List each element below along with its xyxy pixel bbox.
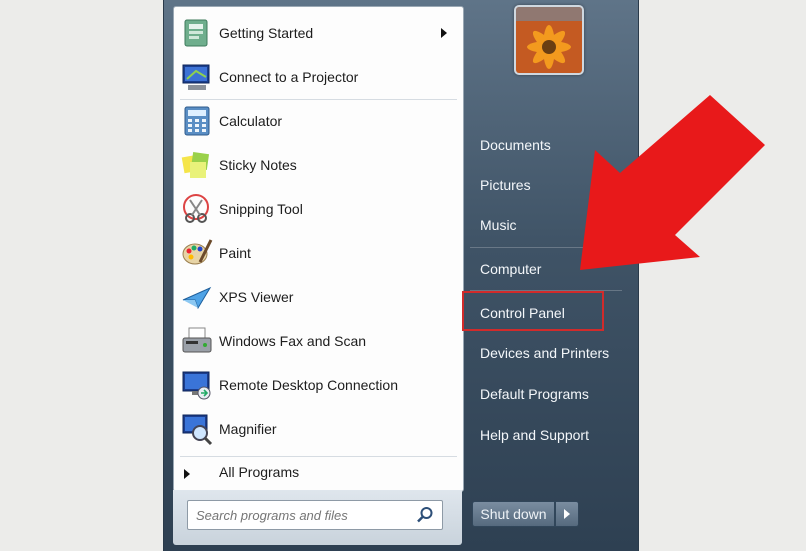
- program-label: Snipping Tool: [219, 201, 303, 217]
- programs-panel: Getting Started Connect to a Projector C…: [173, 6, 464, 492]
- program-fax-scan[interactable]: Windows Fax and Scan: [174, 319, 463, 363]
- control-panel-highlight: [462, 291, 604, 331]
- program-label: Sticky Notes: [219, 157, 297, 173]
- program-connect-projector[interactable]: Connect to a Projector: [174, 55, 463, 99]
- projector-icon: [182, 64, 210, 90]
- program-label: Calculator: [219, 113, 283, 129]
- red-arrow-annotation: [580, 95, 765, 270]
- program-paint[interactable]: Paint: [174, 231, 463, 275]
- getting-started-icon: [184, 19, 208, 47]
- program-label: Getting Started: [219, 25, 314, 41]
- snipping-tool-icon: [183, 194, 209, 223]
- shutdown-options-button[interactable]: [555, 501, 579, 527]
- search-box[interactable]: [187, 500, 443, 530]
- magnifier-icon: [182, 414, 213, 446]
- search-icon[interactable]: [416, 506, 434, 524]
- search-area: [173, 490, 462, 545]
- program-label: Magnifier: [219, 421, 277, 437]
- program-label: Paint: [219, 245, 251, 261]
- program-magnifier[interactable]: Magnifier: [174, 407, 463, 451]
- remote-desktop-icon: [182, 371, 211, 400]
- program-label: Windows Fax and Scan: [219, 333, 367, 349]
- chevron-right-icon: [564, 509, 570, 519]
- program-calculator[interactable]: Calculator: [174, 99, 463, 143]
- right-item-devices-printers[interactable]: Devices and Printers: [471, 338, 630, 368]
- program-remote-desktop[interactable]: Remote Desktop Connection: [174, 363, 463, 407]
- program-sticky-notes[interactable]: Sticky Notes: [174, 143, 463, 187]
- shutdown-button[interactable]: Shut down: [472, 501, 555, 527]
- fax-scan-icon: [182, 327, 212, 353]
- paint-icon: [182, 239, 213, 265]
- program-snipping-tool[interactable]: Snipping Tool: [174, 187, 463, 231]
- right-item-default-programs[interactable]: Default Programs: [471, 379, 630, 409]
- program-xps-viewer[interactable]: XPS Viewer: [174, 275, 463, 319]
- program-label: Remote Desktop Connection: [219, 377, 398, 393]
- program-getting-started[interactable]: Getting Started: [174, 11, 463, 55]
- xps-viewer-icon: [182, 286, 212, 310]
- all-programs-label: All Programs: [219, 464, 300, 480]
- sticky-notes-icon: [181, 151, 210, 178]
- search-input[interactable]: [194, 505, 413, 525]
- program-label: XPS Viewer: [219, 289, 294, 305]
- submenu-arrow-icon[interactable]: [441, 28, 447, 38]
- expand-arrow-icon: [184, 469, 190, 479]
- separator: [180, 456, 457, 457]
- all-programs-button[interactable]: All Programs: [174, 459, 463, 489]
- right-item-help-support[interactable]: Help and Support: [471, 420, 630, 450]
- program-label: Connect to a Projector: [219, 69, 359, 85]
- calculator-icon: [184, 106, 210, 136]
- user-avatar[interactable]: [514, 5, 584, 75]
- flower-picture-icon: [516, 7, 582, 73]
